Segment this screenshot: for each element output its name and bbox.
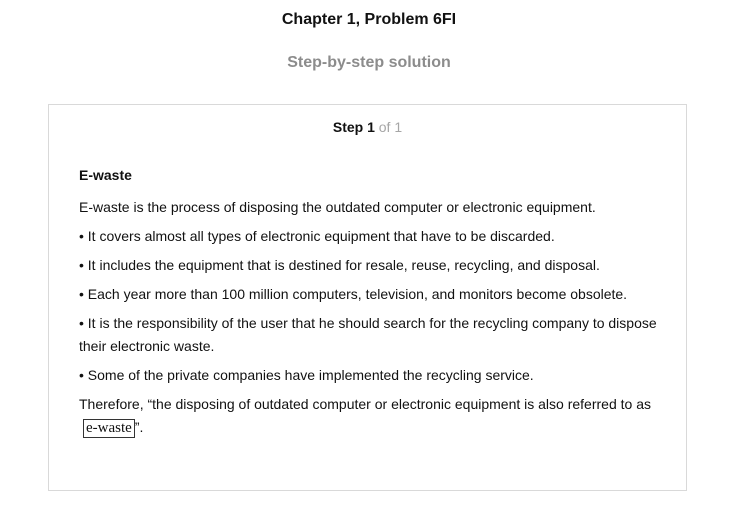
step-header: Step 1 of 1 bbox=[49, 119, 686, 135]
conclusion-suffix: ”. bbox=[134, 419, 144, 435]
section-heading: E-waste bbox=[79, 167, 132, 183]
bullet-item: • It is the responsibility of the user t… bbox=[79, 315, 657, 354]
step-count: of 1 bbox=[374, 119, 403, 135]
bullet-item: • Some of the private companies have imp… bbox=[79, 367, 534, 383]
step-body: E-waste E-waste is the process of dispos… bbox=[79, 167, 659, 451]
conclusion-paragraph: Therefore, “the disposing of outdated co… bbox=[79, 393, 659, 439]
answer-box: e-waste bbox=[83, 419, 135, 438]
bullet-item: • It covers almost all types of electron… bbox=[79, 228, 555, 244]
intro-paragraph: E-waste is the process of disposing the … bbox=[79, 199, 596, 215]
step-label: Step 1 bbox=[332, 119, 375, 135]
bullet-item: • It includes the equipment that is dest… bbox=[79, 257, 600, 273]
chapter-title: Chapter 1, Problem 6FI bbox=[281, 11, 457, 28]
solution-subtitle: Step-by-step solution bbox=[287, 54, 451, 71]
bullet-item: • Each year more than 100 million comput… bbox=[79, 286, 628, 302]
conclusion-text: Therefore, “the disposing of outdated co… bbox=[79, 396, 651, 412]
step-card: Step 1 of 1 E-waste E-waste is the proce… bbox=[48, 104, 687, 491]
